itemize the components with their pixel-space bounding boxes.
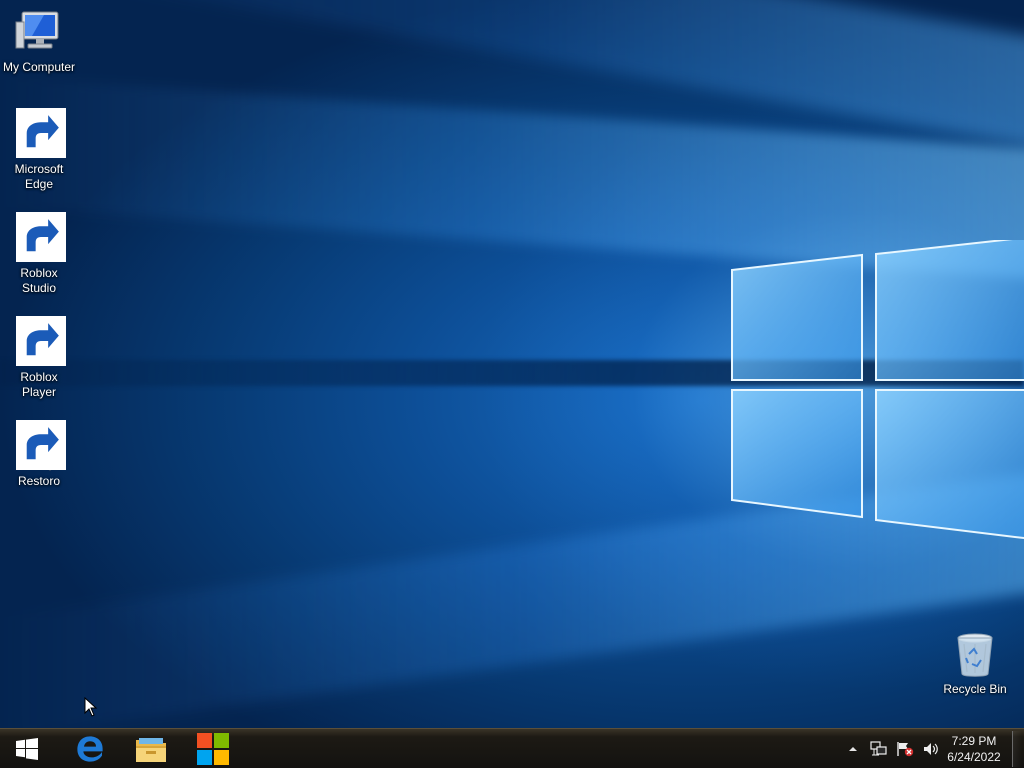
- volume-tray-button[interactable]: [921, 739, 941, 759]
- clock-time: 7:29 PM: [951, 734, 997, 748]
- computer-icon: [15, 11, 59, 49]
- wallpaper-light-beam: [0, 76, 1024, 281]
- system-tray: [840, 729, 944, 769]
- chevron-up-icon: [849, 747, 857, 751]
- icon-label: Roblox Studio: [20, 266, 58, 295]
- taskbar: 7:29 PM 6/24/2022: [0, 728, 1024, 768]
- desktop-icon-microsoft-edge[interactable]: Microsoft Edge: [0, 108, 78, 192]
- desktop-icon-roblox-studio[interactable]: Roblox Studio: [0, 212, 78, 296]
- shortcut-arrow-icon: [16, 108, 66, 158]
- windows-logo-icon: [16, 738, 38, 760]
- windows-wallpaper-logo: [731, 240, 1024, 540]
- show-hidden-icons-button[interactable]: [843, 739, 863, 759]
- desktop-icon-my-computer[interactable]: My Computer: [0, 8, 78, 75]
- show-desktop-button[interactable]: [1012, 731, 1022, 767]
- desktop-icon-restoro[interactable]: Restoro: [0, 420, 78, 489]
- recycle-bin-icon: [957, 633, 993, 677]
- edge-icon: [77, 736, 103, 762]
- shortcut-arrow-icon: [16, 420, 66, 470]
- network-icon: [870, 741, 887, 756]
- clock-date: 6/24/2022: [947, 750, 1001, 764]
- action-center-flag-icon: [897, 742, 914, 757]
- volume-icon: [924, 743, 938, 755]
- icon-label: Microsoft Edge: [14, 162, 64, 191]
- icon-label: Recycle Bin: [943, 682, 1007, 696]
- taskbar-clock[interactable]: 7:29 PM 6/24/2022: [940, 733, 1008, 765]
- desktop-icon-recycle-bin[interactable]: Recycle Bin: [936, 630, 1014, 697]
- shortcut-arrow-icon: [16, 316, 66, 366]
- taskbar-file-explorer-button[interactable]: [124, 729, 178, 769]
- taskbar-store-button[interactable]: [186, 729, 240, 769]
- wallpaper-light-beam: [0, 470, 1024, 728]
- icon-label: Roblox Player: [20, 370, 58, 399]
- shortcut-arrow-icon: [16, 212, 66, 262]
- desktop-icon-roblox-player[interactable]: Roblox Player: [0, 316, 78, 400]
- wallpaper-horizon-band: [0, 360, 1024, 386]
- wallpaper-light-beam: [0, 0, 1024, 150]
- network-tray-button[interactable]: [869, 739, 889, 759]
- icon-label: My Computer: [2, 60, 76, 74]
- start-button[interactable]: [0, 729, 54, 769]
- file-explorer-icon: [136, 738, 166, 762]
- mouse-cursor: [84, 697, 98, 717]
- desktop-wallpaper: My Computer Microsoft Edge Roblox Studio: [0, 0, 1024, 728]
- action-center-tray-button[interactable]: [895, 739, 915, 759]
- taskbar-edge-button[interactable]: [63, 729, 117, 769]
- store-icon: [197, 733, 229, 765]
- icon-label: Restoro: [17, 474, 61, 488]
